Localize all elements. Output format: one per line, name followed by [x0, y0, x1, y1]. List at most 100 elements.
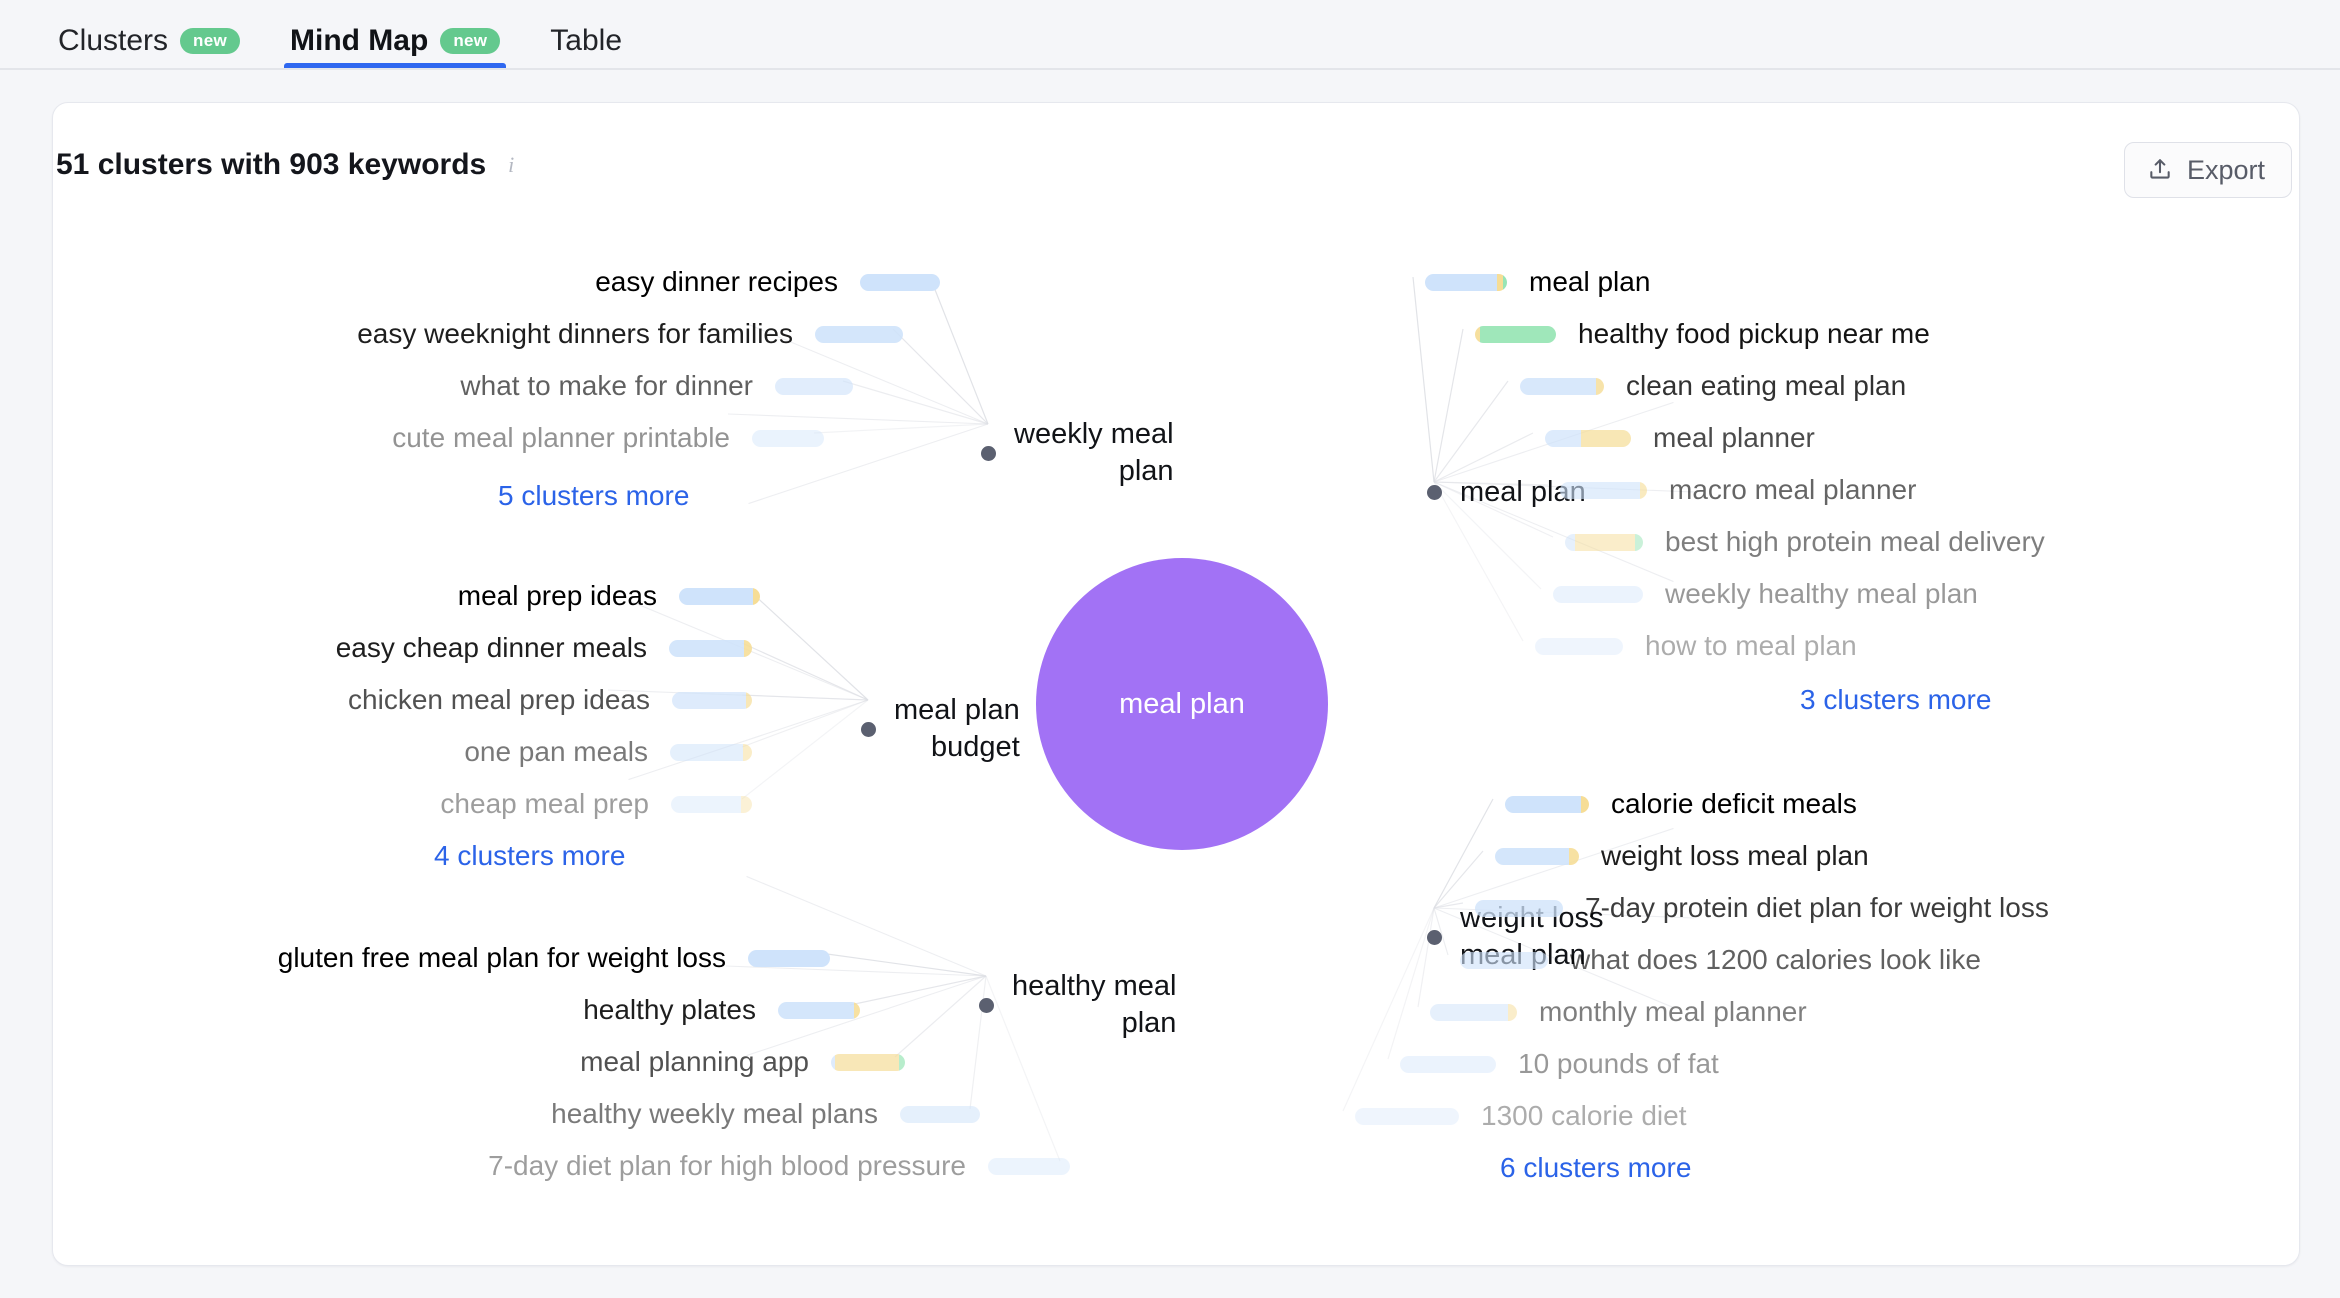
hub-dot — [861, 721, 876, 737]
keyword-row[interactable]: meal planner — [1545, 424, 1815, 452]
bar-segment-blue — [1495, 847, 1569, 865]
keyword-row[interactable]: meal prep ideas — [0, 582, 760, 610]
keyword-label: 1300 calorie diet — [1481, 1100, 1687, 1131]
keyword-row[interactable]: monthly meal planner — [1430, 998, 1807, 1026]
more-clusters-link[interactable]: 6 clusters more — [1500, 1152, 1691, 1184]
keyword-volume-bar — [988, 1157, 1070, 1175]
bar-segment-blue — [1560, 481, 1640, 499]
hub-node-weekly-meal-plan[interactable]: weekly meal plan — [981, 416, 1192, 490]
tab-clusters-label: Clusters — [58, 24, 169, 57]
bar-segment-blue — [748, 949, 830, 967]
keyword-row[interactable]: healthy plates — [0, 996, 860, 1024]
bar-segment-green — [1480, 325, 1556, 343]
tab-mind-map[interactable]: Mind Map new — [284, 0, 507, 68]
hub-node-healthy-meal-plan[interactable]: healthy meal plan — [979, 968, 1194, 1042]
more-clusters-link[interactable]: 4 clusters more — [434, 840, 625, 872]
bar-segment-blue — [815, 325, 903, 343]
bar-segment-blue — [1400, 1055, 1496, 1073]
keyword-volume-bar — [778, 1001, 860, 1019]
keyword-label: cute meal planner printable — [392, 422, 730, 453]
tab-table[interactable]: Table — [544, 0, 628, 68]
keyword-volume-bar — [1565, 533, 1643, 551]
bar-segment-amber — [741, 795, 752, 813]
keyword-volume-bar — [1475, 899, 1563, 917]
keyword-row[interactable]: meal plan — [1425, 268, 1650, 296]
export-button[interactable]: Export — [2123, 142, 2292, 198]
hub-label: healthy meal plan — [1012, 970, 1177, 1040]
bar-segment-blue — [1505, 795, 1581, 813]
keyword-row[interactable]: best high protein meal delivery — [1565, 528, 2045, 556]
hub-node-meal-plan-budget[interactable]: meal plan budget — [861, 692, 1038, 766]
keyword-volume-bar — [1560, 481, 1647, 499]
keyword-row[interactable]: how to meal plan — [1535, 632, 1857, 660]
keyword-volume-bar — [748, 949, 830, 967]
keyword-row[interactable]: clean eating meal plan — [1520, 372, 1906, 400]
keyword-row[interactable]: weight loss meal plan — [1495, 842, 1869, 870]
keyword-row[interactable]: cheap meal prep — [0, 790, 752, 818]
keyword-row[interactable]: easy weeknight dinners for families — [0, 320, 903, 348]
bar-segment-blue — [669, 639, 744, 657]
bar-segment-amber — [1575, 533, 1635, 551]
keyword-row[interactable]: one pan meals — [0, 738, 752, 766]
keyword-row[interactable]: healthy weekly meal plans — [0, 1100, 980, 1128]
keyword-row[interactable]: gluten free meal plan for weight loss — [0, 944, 830, 972]
keyword-row[interactable]: calorie deficit meals — [1505, 790, 1857, 818]
bar-segment-blue — [752, 429, 824, 447]
keyword-volume-bar — [1400, 1055, 1496, 1073]
bar-segment-blue — [1520, 377, 1596, 395]
keyword-label: healthy food pickup near me — [1578, 318, 1930, 349]
keyword-row[interactable]: weekly healthy meal plan — [1553, 580, 1978, 608]
bar-segment-amber — [1581, 795, 1589, 813]
keyword-row[interactable]: what to make for dinner — [0, 372, 853, 400]
tab-table-label: Table — [550, 24, 622, 57]
keyword-row[interactable]: what does 1200 calories look like — [1460, 946, 1981, 974]
keyword-volume-bar — [1505, 795, 1589, 813]
bar-segment-blue — [1425, 273, 1497, 291]
keyword-volume-bar — [752, 429, 824, 447]
bar-segment-blue — [860, 273, 940, 291]
bar-segment-blue — [670, 743, 743, 761]
more-clusters-link[interactable]: 5 clusters more — [498, 480, 689, 512]
keyword-volume-bar — [669, 639, 752, 657]
keyword-row[interactable]: easy dinner recipes — [0, 268, 940, 296]
bar-segment-blue — [1565, 533, 1575, 551]
keyword-row[interactable]: cute meal planner printable — [0, 424, 824, 452]
bar-segment-green — [899, 1053, 905, 1071]
keyword-row[interactable]: meal planning app — [0, 1048, 905, 1076]
keyword-label: how to meal plan — [1645, 630, 1857, 661]
keyword-row[interactable]: chicken meal prep ideas — [0, 686, 752, 714]
keyword-volume-bar — [671, 795, 752, 813]
bar-segment-blue — [1553, 585, 1643, 603]
keyword-volume-bar — [670, 743, 752, 761]
keyword-row[interactable]: 7-day diet plan for high blood pressure — [0, 1152, 1070, 1180]
keyword-volume-bar — [775, 377, 853, 395]
center-node-meal-plan[interactable]: meal plan — [1036, 558, 1328, 850]
keyword-label: easy cheap dinner meals — [335, 632, 647, 663]
keyword-row[interactable]: healthy food pickup near me — [1475, 320, 1930, 348]
keyword-label: 7-day diet plan for high blood pressure — [488, 1150, 966, 1181]
keyword-row[interactable]: 1300 calorie diet — [1355, 1102, 1686, 1130]
keyword-label: calorie deficit meals — [1611, 788, 1857, 819]
bar-segment-amber — [1569, 847, 1579, 865]
keyword-row[interactable]: macro meal planner — [1560, 476, 1916, 504]
keyword-row[interactable]: 7-day protein diet plan for weight loss — [1475, 894, 2049, 922]
bar-segment-blue — [1460, 951, 1548, 969]
tab-clusters[interactable]: Clusters new — [52, 0, 246, 68]
keyword-volume-bar — [1545, 429, 1631, 447]
keyword-label: healthy weekly meal plans — [551, 1098, 878, 1129]
info-icon[interactable]: i — [500, 152, 522, 177]
keyword-label: meal planner — [1653, 422, 1815, 453]
more-clusters-link[interactable]: 3 clusters more — [1800, 684, 1991, 716]
keyword-row[interactable]: easy cheap dinner meals — [0, 634, 752, 662]
keyword-volume-bar — [672, 691, 752, 709]
upload-icon — [2147, 157, 2173, 183]
bar-segment-blue — [1545, 429, 1581, 447]
keyword-row[interactable]: 10 pounds of fat — [1400, 1050, 1719, 1078]
tab-mind-map-new-badge: new — [440, 28, 501, 54]
keyword-label: meal planning app — [580, 1046, 809, 1077]
keyword-volume-bar — [831, 1053, 905, 1071]
hub-label: weekly meal plan — [1014, 418, 1174, 488]
hub-label: meal plan budget — [894, 694, 1020, 764]
bar-segment-blue — [672, 691, 746, 709]
bar-segment-blue — [1355, 1107, 1459, 1125]
